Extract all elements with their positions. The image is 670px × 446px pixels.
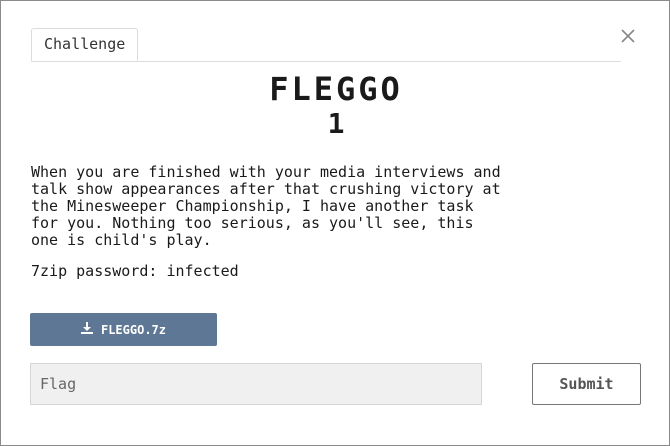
flag-input[interactable]: [30, 363, 482, 405]
challenge-title: FLEGGO: [269, 70, 403, 108]
tab-bar: Challenge: [31, 28, 621, 62]
download-icon: [80, 322, 93, 337]
download-button[interactable]: FLEGGO.7z: [30, 313, 217, 346]
close-icon[interactable]: [617, 25, 639, 47]
submit-button[interactable]: Submit: [532, 363, 641, 405]
challenge-points: 1: [327, 107, 345, 140]
tab-challenge[interactable]: Challenge: [31, 28, 139, 61]
password-note: 7zip password: infected: [31, 262, 239, 280]
download-label: FLEGGO.7z: [100, 322, 167, 337]
challenge-modal: Challenge FLEGGO 1 When you are finished…: [0, 0, 670, 446]
challenge-description: When you are finished with your media in…: [31, 163, 501, 249]
